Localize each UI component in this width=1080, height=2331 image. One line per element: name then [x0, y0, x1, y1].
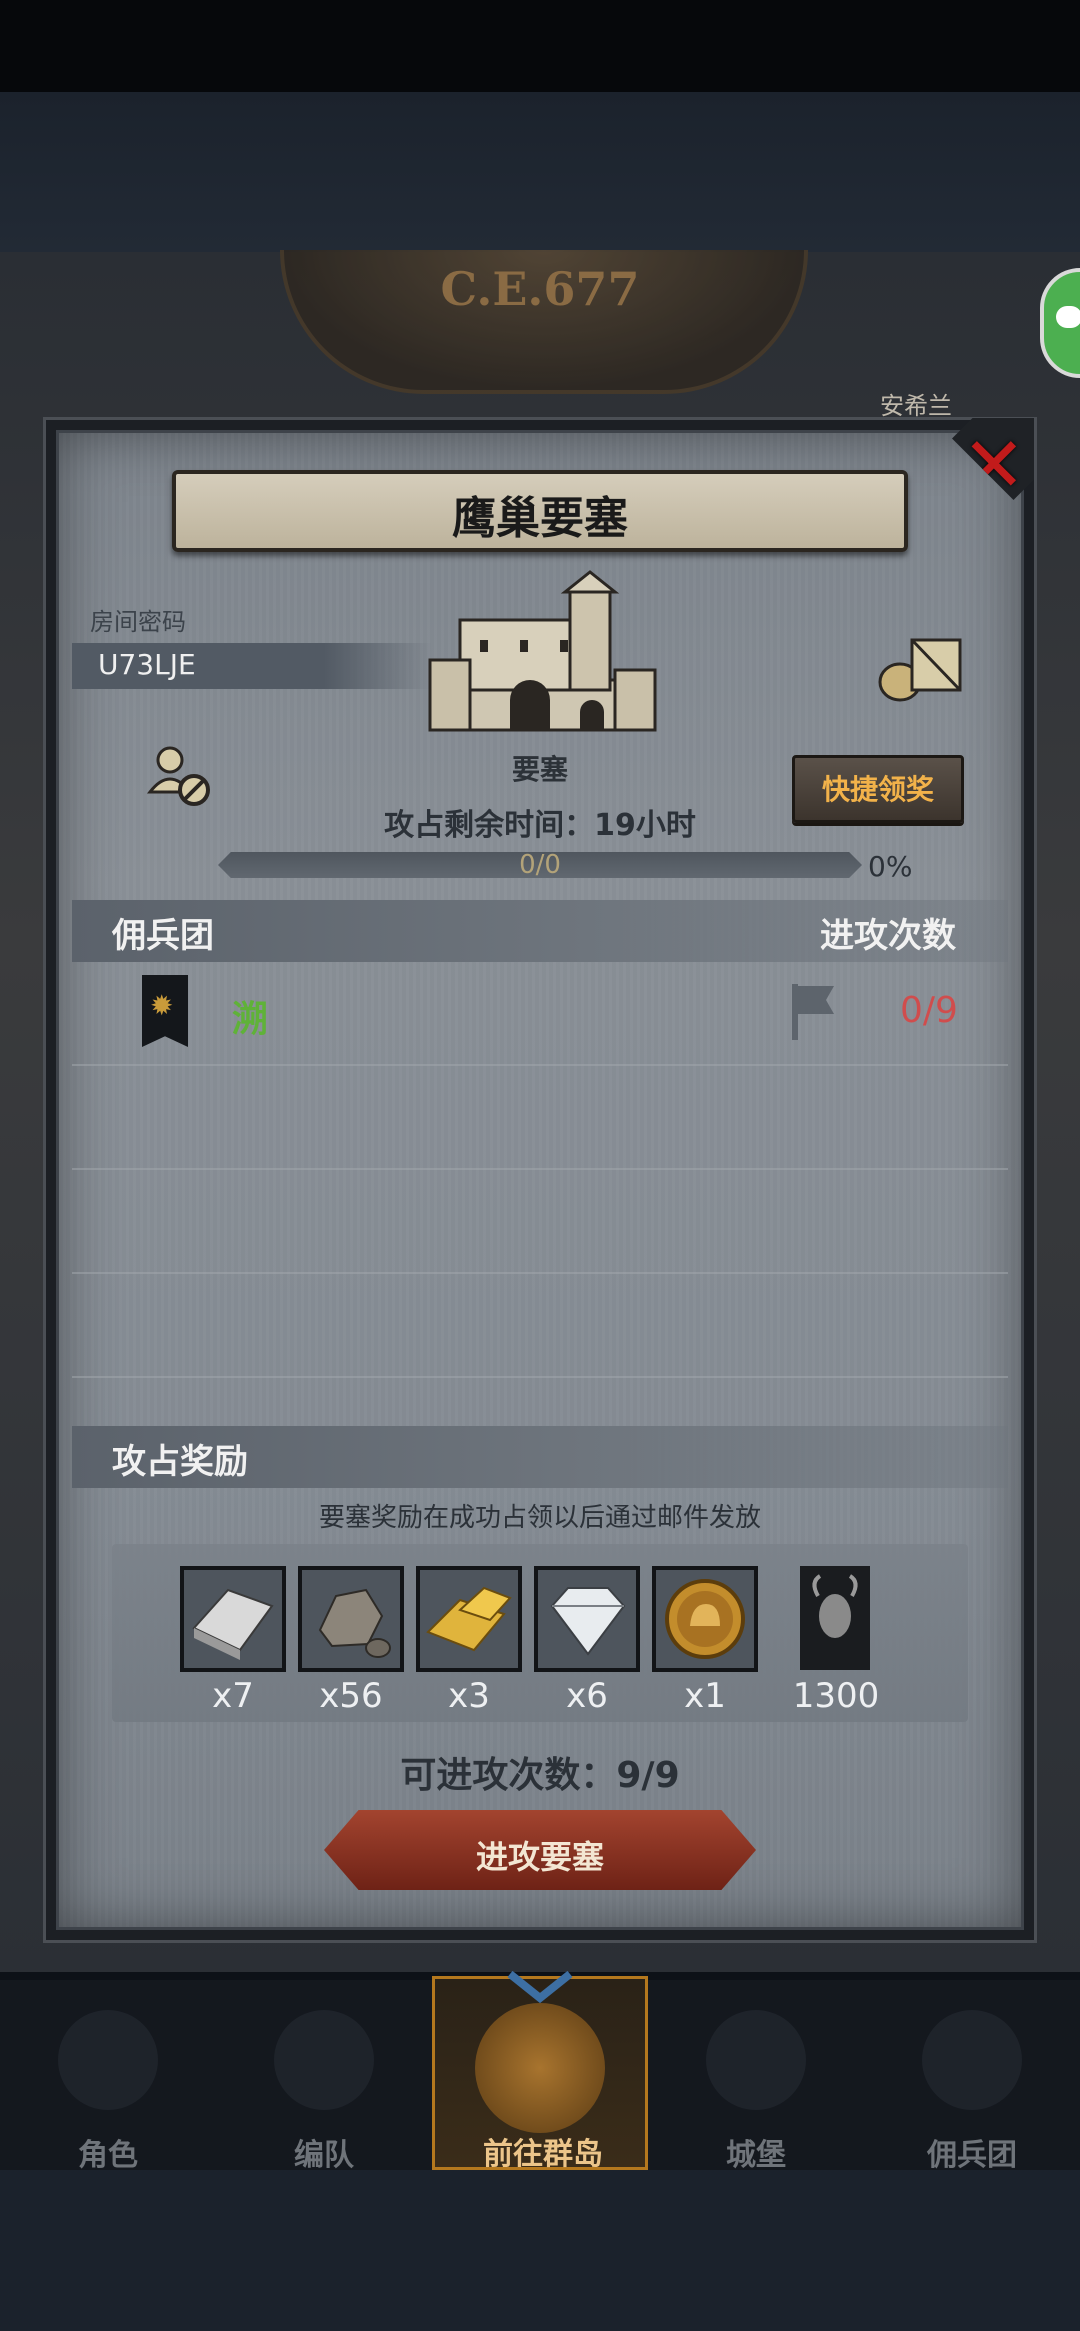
guild-attack-count: 0/9: [900, 990, 958, 1031]
era-label: C.E.677: [440, 262, 640, 316]
dialog-title: 鹰巢要塞: [452, 493, 628, 544]
nav-item-mercenary[interactable]: 佣兵团: [864, 1980, 1080, 2173]
knight-icon: [58, 2010, 158, 2110]
reward-qty: x7: [212, 1676, 254, 1716]
location-label: 安希兰: [880, 392, 952, 420]
row-divider: [72, 1168, 1008, 1170]
row-divider: [72, 1272, 1008, 1274]
flag-icon: [792, 984, 834, 1040]
reward-slot-gold[interactable]: [416, 1566, 522, 1672]
progress-value: 0/0: [519, 850, 561, 880]
reward-slot-stone[interactable]: [298, 1566, 404, 1672]
room-code-value[interactable]: U73LJE: [98, 648, 196, 681]
fortress-icon: [428, 570, 657, 732]
reward-qty: x3: [448, 1676, 490, 1716]
bull-banner-icon[interactable]: [800, 1566, 870, 1670]
token-qty: 1300: [792, 1676, 880, 1716]
guild-name[interactable]: 溯: [232, 990, 268, 1042]
building-type-label: 要塞: [511, 753, 568, 786]
reward-qty: x6: [566, 1676, 608, 1716]
loot-bag-icon[interactable]: [878, 632, 964, 702]
attack-fortress-label: 进攻要塞: [475, 1838, 604, 1876]
system-nav-area: [0, 2170, 1080, 2331]
reward-qty: x56: [319, 1676, 383, 1716]
reward-header: 攻占奖励: [112, 1442, 248, 1482]
remaining-attempts: 可进攻次数：9/9: [400, 1755, 680, 1796]
reward-slot-iron[interactable]: [180, 1566, 286, 1672]
reward-qty: x1: [684, 1676, 726, 1716]
remaining-time: 攻占剩余时间：19小时: [384, 808, 696, 843]
status-bar: [0, 0, 1080, 92]
room-code-label: 房间密码: [90, 608, 186, 636]
castle-icon: [706, 2010, 806, 2110]
nav-item-character[interactable]: 角色: [0, 1980, 216, 2173]
nav-label: 前往群岛: [483, 2137, 603, 2172]
gold-medal-icon: [656, 1570, 754, 1668]
nav-label: 城堡: [726, 2138, 786, 2173]
attacks-header: 进攻次数: [820, 916, 956, 956]
row-divider: [72, 1064, 1008, 1066]
nav-label: 编队: [294, 2138, 354, 2173]
nav-label: 佣兵团: [927, 2138, 1017, 2173]
nav-item-castle[interactable]: 城堡: [648, 1980, 864, 2173]
gold-bars-icon: [420, 1570, 518, 1668]
stone-ore-icon: [302, 1570, 400, 1668]
iron-ingot-icon: [184, 1570, 282, 1668]
world-map-icon: [475, 2003, 605, 2133]
scene-header: [0, 92, 1080, 252]
diamond-icon: [538, 1570, 636, 1668]
mercenary-icon: [922, 2010, 1022, 2110]
reward-slot-medal[interactable]: [652, 1566, 758, 1672]
progress-percent: 0%: [868, 850, 913, 883]
guild-emblem-icon: ✹: [142, 975, 188, 1047]
reward-slot-diamond[interactable]: [534, 1566, 640, 1672]
nav-label: 角色: [78, 2138, 138, 2173]
nav-item-formation[interactable]: 编队: [216, 1980, 432, 2173]
row-divider: [72, 1376, 1008, 1378]
helmet-icon: [274, 2010, 374, 2110]
mercenary-header: 佣兵团: [112, 916, 214, 956]
reward-note: 要塞奖励在成功占领以后通过邮件发放: [318, 1503, 761, 1533]
chevron-down-icon: [507, 1970, 573, 2004]
bull-emblem: [812, 1574, 858, 1638]
